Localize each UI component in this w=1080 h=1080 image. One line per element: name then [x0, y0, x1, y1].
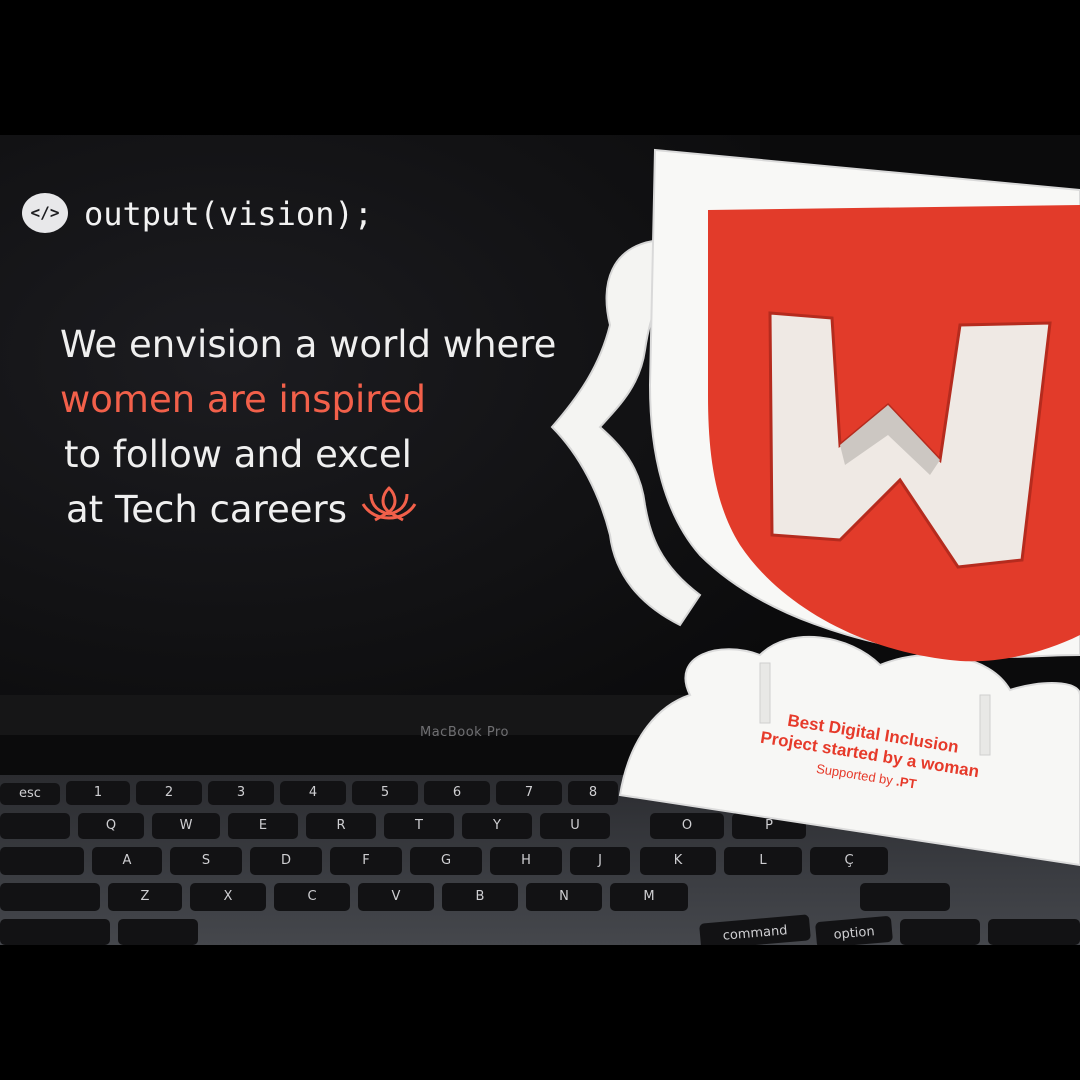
- photo-scene: </> output(vision); We envision a world …: [0, 135, 1080, 945]
- supported-brand: .PT: [895, 773, 918, 792]
- trophy: [550, 148, 1080, 867]
